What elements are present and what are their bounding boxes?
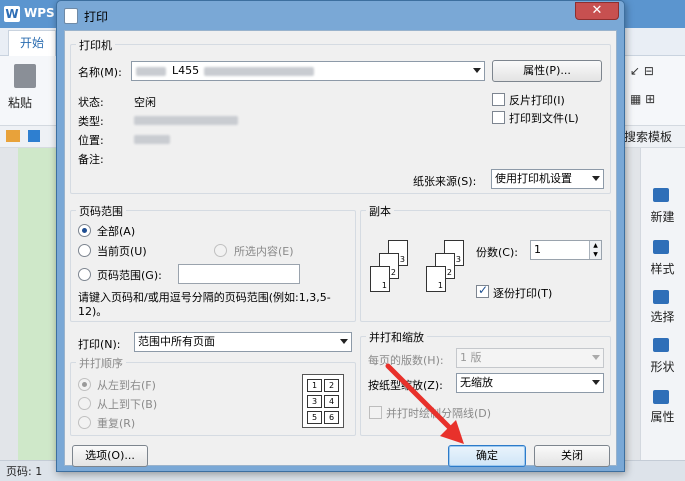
select-icon[interactable] <box>653 290 669 304</box>
chevron-down-icon <box>592 380 600 385</box>
reverse-print-checkbox[interactable] <box>492 93 505 106</box>
chevron-down-icon <box>340 339 348 344</box>
page-range-all-label[interactable]: 全部(A) <box>97 223 135 239</box>
printer-model-text: L455 <box>172 64 200 77</box>
printer-name-select[interactable]: L455 <box>131 61 485 81</box>
paste-button-label[interactable]: 粘贴 <box>8 94 32 111</box>
order-top-to-bottom-label: 从上到下(B) <box>97 398 158 411</box>
dialog-title: 打印 <box>84 10 109 24</box>
order-left-to-right-radio[interactable] <box>78 378 91 391</box>
print-to-file-checkbox[interactable] <box>492 111 505 124</box>
options-button[interactable]: 选项(O)... <box>72 445 148 467</box>
order-top-to-bottom-radio[interactable] <box>78 397 91 410</box>
panel-item-style[interactable]: 样式 <box>640 260 685 277</box>
status-page-number: 页码: 1 <box>6 465 43 478</box>
page-range-pages-label[interactable]: 页码范围(G): <box>97 267 162 283</box>
copies-label: 份数(C): <box>476 246 518 259</box>
printer-name-label: 名称(M): <box>78 66 122 79</box>
tab-start[interactable]: 开始 <box>8 30 56 56</box>
page-range-hint: 请键入页码和/或用逗号分隔的页码范围(例如:1,3,5-12)。 <box>78 291 331 318</box>
page-range-group-title: 页码范围 <box>76 203 126 219</box>
open-folder-icon[interactable] <box>6 130 20 142</box>
printer-group-title: 打印机 <box>76 37 115 53</box>
printer-properties-button[interactable]: 属性(P)... <box>492 60 602 82</box>
print-what-value: 范围中所有页面 <box>138 335 215 348</box>
chevron-down-icon <box>592 176 600 181</box>
style-icon[interactable] <box>653 240 669 254</box>
zoom-group-title: 并打和缩放 <box>366 329 427 345</box>
pages-per-sheet-select[interactable]: 1 版 <box>456 348 604 368</box>
collated-copies-illustration: 3 2 1 <box>370 240 416 296</box>
panel-item-new[interactable]: 新建 <box>640 208 685 225</box>
template-search[interactable]: 搜索模板 <box>624 128 672 145</box>
copies-value: 1 <box>534 243 541 256</box>
paper-source-value: 使用打印机设置 <box>495 172 572 185</box>
scale-select[interactable]: 无缩放 <box>456 373 604 393</box>
app-name: WPS <box>24 6 55 20</box>
collated-copies-illustration-2: 3 2 1 <box>426 240 472 296</box>
red-arrow-annotation <box>385 363 464 444</box>
redacted-text <box>204 67 314 76</box>
print-dialog-icon <box>64 8 78 24</box>
chevron-down-icon <box>473 68 481 73</box>
page-range-selection-radio[interactable] <box>214 244 227 257</box>
page-range-all-radio[interactable] <box>78 224 91 237</box>
copies-spinbox[interactable]: 1 ▲ ▼ <box>530 240 602 260</box>
ribbon-tools-row-2[interactable]: ▦ ⊞ <box>630 92 655 106</box>
close-icon[interactable]: ✕ <box>575 2 619 20</box>
redacted-location-value <box>134 135 170 144</box>
copies-group-title: 副本 <box>366 203 394 219</box>
status-value: 空闲 <box>134 96 156 109</box>
page-range-input[interactable] <box>178 264 300 284</box>
close-button[interactable]: 关闭 <box>534 445 610 467</box>
chevron-down-icon <box>592 355 600 360</box>
location-label: 位置: <box>78 134 104 147</box>
panel-item-select[interactable]: 选择 <box>640 308 685 325</box>
print-what-label: 打印(N): <box>78 338 121 351</box>
order-group-title: 并打顺序 <box>76 355 126 371</box>
reverse-print-label[interactable]: 反片打印(I) <box>509 92 565 108</box>
print-what-select[interactable]: 范围中所有页面 <box>134 332 352 352</box>
wps-logo-icon: W <box>4 6 20 22</box>
collate-checkbox[interactable] <box>476 283 489 298</box>
properties-icon[interactable] <box>653 390 669 404</box>
order-repeat-label: 重复(R) <box>97 417 136 430</box>
status-label: 状态: <box>78 96 104 109</box>
order-preview-icon: 1 2 3 4 5 6 <box>302 374 344 428</box>
print-to-file-label[interactable]: 打印到文件(L) <box>509 110 579 126</box>
paper-source-label: 纸张来源(S): <box>413 175 477 188</box>
collate-label[interactable]: 逐份打印(T) <box>493 285 552 301</box>
order-repeat-radio[interactable] <box>78 416 91 429</box>
page-range-current-radio[interactable] <box>78 244 91 257</box>
page-range-current-label[interactable]: 当前页(U) <box>97 243 147 259</box>
type-label: 类型: <box>78 115 104 128</box>
save-icon[interactable] <box>28 130 40 142</box>
ribbon-tools-row-1[interactable]: ↙ ⊟ <box>630 64 654 78</box>
panel-item-properties[interactable]: 属性 <box>640 408 685 425</box>
order-left-to-right-label: 从左到右(F) <box>97 379 156 392</box>
arrow-shaft <box>385 363 459 437</box>
paste-icon[interactable] <box>14 64 36 88</box>
new-icon[interactable] <box>653 188 669 202</box>
redacted-type-value <box>134 116 238 125</box>
page-range-pages-radio[interactable] <box>78 268 91 281</box>
comment-label: 备注: <box>78 153 104 166</box>
spin-arrows-icon[interactable]: ▲ ▼ <box>589 241 601 259</box>
panel-item-shape[interactable]: 形状 <box>640 358 685 375</box>
shape-icon[interactable] <box>653 338 669 352</box>
paper-source-select[interactable]: 使用打印机设置 <box>491 169 604 189</box>
page-range-selection-label: 所选内容(E) <box>234 245 294 258</box>
redacted-text <box>136 67 166 76</box>
